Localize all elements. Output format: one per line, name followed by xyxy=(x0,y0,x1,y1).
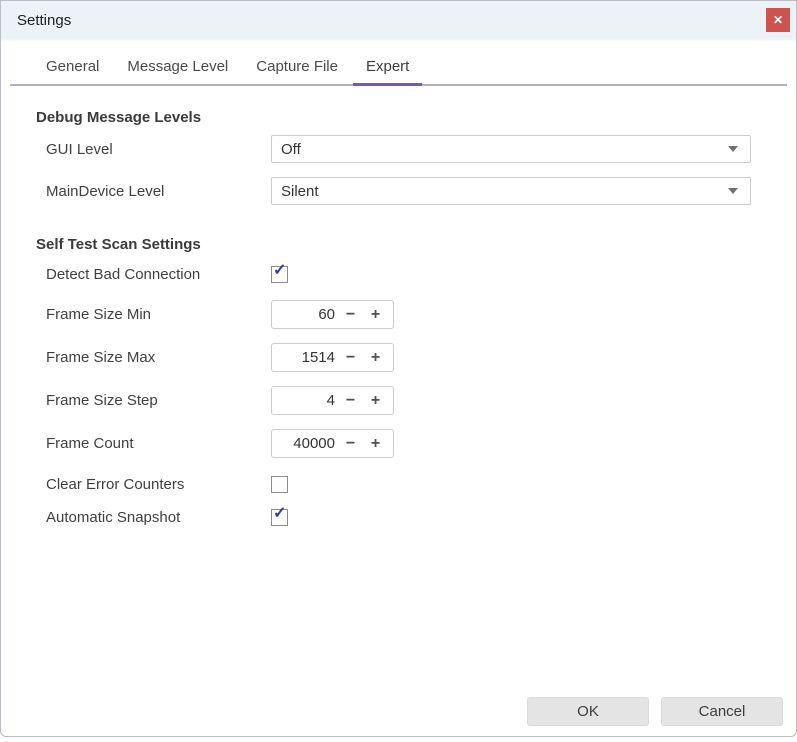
plus-icon[interactable]: + xyxy=(363,301,388,328)
selftest-section-title: Self Test Scan Settings xyxy=(36,236,201,253)
detect-bad-connection-checkbox[interactable]: ✓ xyxy=(271,261,288,283)
frame-size-step-value[interactable]: 4 xyxy=(272,392,338,409)
checkmark-icon: ✓ xyxy=(273,261,287,279)
gui-level-row: GUI Level Off xyxy=(1,135,796,163)
frame-size-min-label: Frame Size Min xyxy=(46,306,152,323)
plus-icon[interactable]: + xyxy=(363,387,388,414)
detect-bad-connection-row: Detect Bad Connection ✓ xyxy=(1,261,796,285)
frame-count-label: Frame Count xyxy=(46,435,134,452)
frame-size-max-label: Frame Size Max xyxy=(46,349,156,366)
frame-size-step-stepper: 4 − + xyxy=(271,386,394,415)
frame-count-value[interactable]: 40000 xyxy=(272,435,338,452)
dialog-title: Settings xyxy=(17,11,72,29)
tab-general[interactable]: General xyxy=(46,58,99,84)
gui-level-value: Off xyxy=(281,140,301,158)
gui-level-dropdown[interactable]: Off xyxy=(271,135,751,163)
frame-count-stepper: 40000 − + xyxy=(271,429,394,458)
tab-capture-file[interactable]: Capture File xyxy=(256,58,338,84)
gui-level-label: GUI Level xyxy=(46,140,113,158)
cancel-button[interactable]: Cancel xyxy=(661,697,783,726)
tab-expert[interactable]: Expert xyxy=(352,58,423,86)
chevron-down-icon xyxy=(728,188,738,194)
frame-size-min-row: Frame Size Min 60 − + xyxy=(1,300,796,329)
frame-size-min-stepper: 60 − + xyxy=(271,300,394,329)
ok-button[interactable]: OK xyxy=(527,697,649,726)
maindevice-level-dropdown[interactable]: Silent xyxy=(271,177,751,205)
frame-size-step-label: Frame Size Step xyxy=(46,392,158,409)
close-icon[interactable]: ✕ xyxy=(766,8,790,32)
frame-size-step-row: Frame Size Step 4 − + xyxy=(1,386,796,415)
minus-icon[interactable]: − xyxy=(338,430,363,457)
minus-icon[interactable]: − xyxy=(338,344,363,371)
maindevice-level-value: Silent xyxy=(281,182,319,200)
plus-icon[interactable]: + xyxy=(363,430,388,457)
frame-size-max-row: Frame Size Max 1514 − + xyxy=(1,343,796,372)
plus-icon[interactable]: + xyxy=(363,344,388,371)
tab-message-level[interactable]: Message Level xyxy=(127,58,228,84)
title-bar: Settings ✕ xyxy=(1,1,796,39)
maindevice-level-label: MainDevice Level xyxy=(46,182,165,200)
clear-error-counters-row: Clear Error Counters xyxy=(1,473,796,495)
settings-dialog: Settings ✕ General Message Level Capture… xyxy=(0,0,797,737)
detect-bad-connection-label: Detect Bad Connection xyxy=(46,265,201,283)
minus-icon[interactable]: − xyxy=(338,387,363,414)
clear-error-counters-label: Clear Error Counters xyxy=(46,475,185,493)
debug-section-title: Debug Message Levels xyxy=(36,109,202,126)
dialog-footer: OK Cancel xyxy=(527,697,783,726)
automatic-snapshot-label: Automatic Snapshot xyxy=(46,508,181,526)
checkmark-icon: ✓ xyxy=(273,504,287,522)
frame-size-max-stepper: 1514 − + xyxy=(271,343,394,372)
frame-size-max-value[interactable]: 1514 xyxy=(272,349,338,366)
automatic-snapshot-checkbox[interactable]: ✓ xyxy=(271,504,288,526)
chevron-down-icon xyxy=(728,146,738,152)
minus-icon[interactable]: − xyxy=(338,301,363,328)
maindevice-level-row: MainDevice Level Silent xyxy=(1,177,796,205)
clear-error-counters-checkbox[interactable] xyxy=(271,475,288,493)
automatic-snapshot-row: Automatic Snapshot ✓ xyxy=(1,504,796,528)
frame-count-row: Frame Count 40000 − + xyxy=(1,429,796,458)
frame-size-min-value[interactable]: 60 xyxy=(272,306,338,323)
tab-strip: General Message Level Capture File Exper… xyxy=(10,58,787,86)
